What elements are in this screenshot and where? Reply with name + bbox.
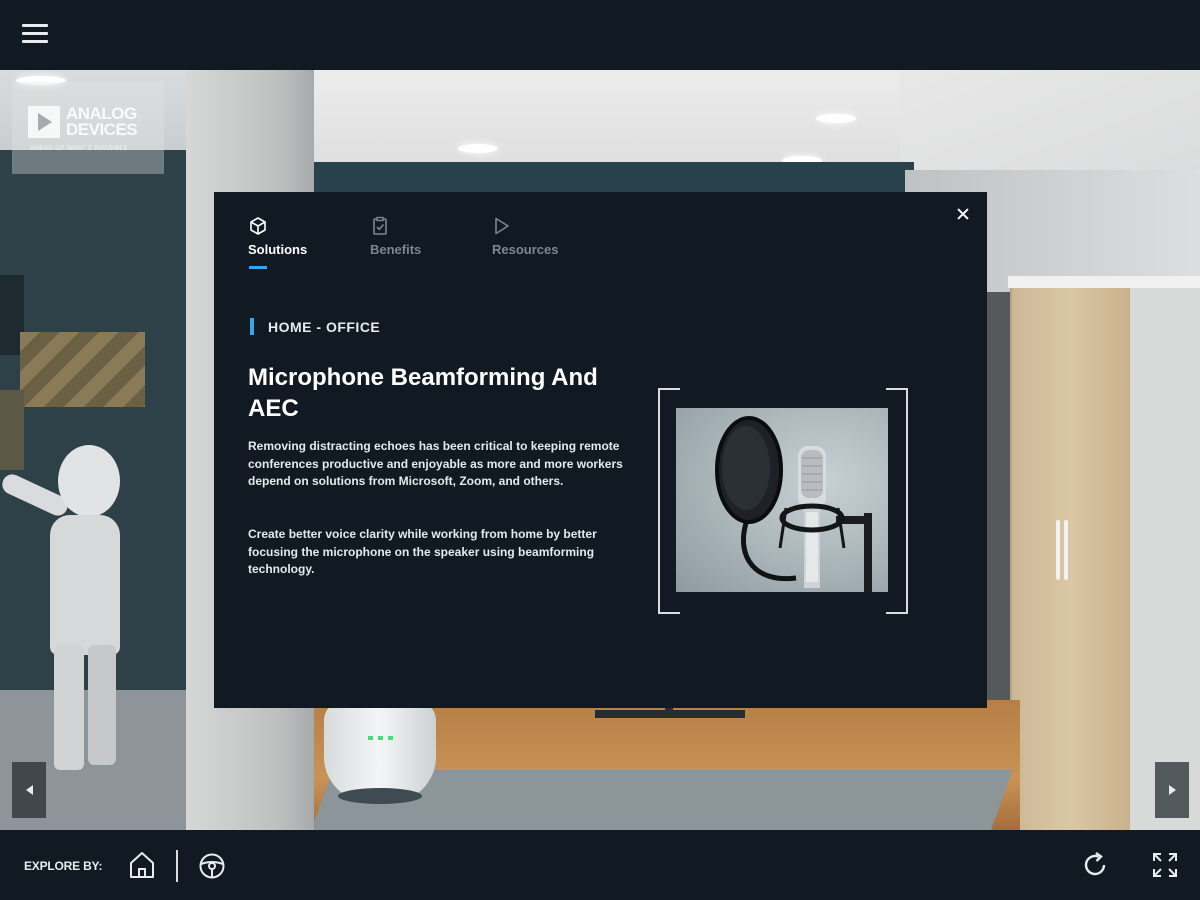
next-arrow-button[interactable]	[1155, 762, 1189, 818]
logo-mark-icon	[28, 106, 60, 138]
category-label: HOME - OFFICE	[250, 318, 380, 335]
child-figure	[0, 445, 126, 775]
robot-status-lights	[368, 736, 398, 740]
top-bar	[0, 0, 1200, 70]
divider	[176, 850, 178, 882]
frame-bracket-right	[886, 388, 908, 614]
bottom-bar: EXPLORE BY:	[0, 830, 1200, 900]
brand-tagline: AHEAD OF WHAT'S POSSIBLE	[30, 146, 129, 152]
tab-resources[interactable]: Resources	[492, 214, 614, 274]
ceiling-light	[458, 144, 498, 153]
modal-tabs: Solutions Benefits Resources	[248, 214, 614, 274]
play-icon	[495, 217, 509, 235]
info-modal: Solutions Benefits Resources HOME - OFFI…	[214, 192, 987, 708]
modal-title: Microphone Beamforming And AEC	[248, 364, 598, 422]
wardrobe-handle	[1064, 520, 1068, 580]
image-frame	[658, 388, 908, 614]
home-robot-base	[338, 788, 422, 804]
description-paragraph: Removing distracting echoes has been cri…	[248, 439, 623, 488]
tab-solutions[interactable]: Solutions	[248, 214, 370, 274]
close-icon[interactable]	[953, 204, 973, 224]
tab-label: Benefits	[370, 242, 422, 257]
tab-benefits[interactable]: Benefits	[370, 214, 492, 274]
tab-label: Solutions	[248, 242, 308, 257]
analog-devices-logo: ANALOG DEVICES AHEAD OF WHAT'S POSSIBLE	[12, 82, 164, 174]
active-tab-indicator	[249, 266, 267, 269]
category-text: HOME - OFFICE	[268, 318, 381, 335]
explore-by-label: EXPLORE BY:	[24, 859, 103, 873]
menu-icon[interactable]	[22, 24, 48, 46]
wardrobe-top	[1008, 276, 1200, 288]
clipboard-check-icon	[373, 216, 387, 235]
chevron-right-icon	[1168, 785, 1176, 795]
fullscreen-icon[interactable]	[1150, 850, 1180, 885]
brand-name: ANALOG DEVICES	[66, 104, 138, 139]
wardrobe	[1010, 285, 1130, 830]
wardrobe-handle	[1056, 520, 1060, 580]
home-robot[interactable]	[324, 702, 436, 802]
steering-wheel-icon[interactable]	[198, 852, 226, 885]
wall-art	[0, 390, 24, 470]
category-accent-bar	[250, 318, 254, 335]
wardrobe-side	[1128, 285, 1200, 830]
previous-arrow-button[interactable]	[12, 762, 46, 818]
chevron-left-icon	[25, 785, 33, 795]
wall-art	[20, 332, 145, 407]
office-chair-base	[595, 710, 745, 718]
cube-icon	[250, 217, 266, 235]
home-icon[interactable]	[128, 850, 156, 885]
description-paragraph: Create better voice clarity while workin…	[248, 527, 597, 576]
microphone-image	[676, 408, 888, 592]
refresh-icon[interactable]	[1080, 850, 1110, 885]
ceiling-light	[816, 114, 856, 123]
tab-label: Resources	[492, 242, 559, 257]
